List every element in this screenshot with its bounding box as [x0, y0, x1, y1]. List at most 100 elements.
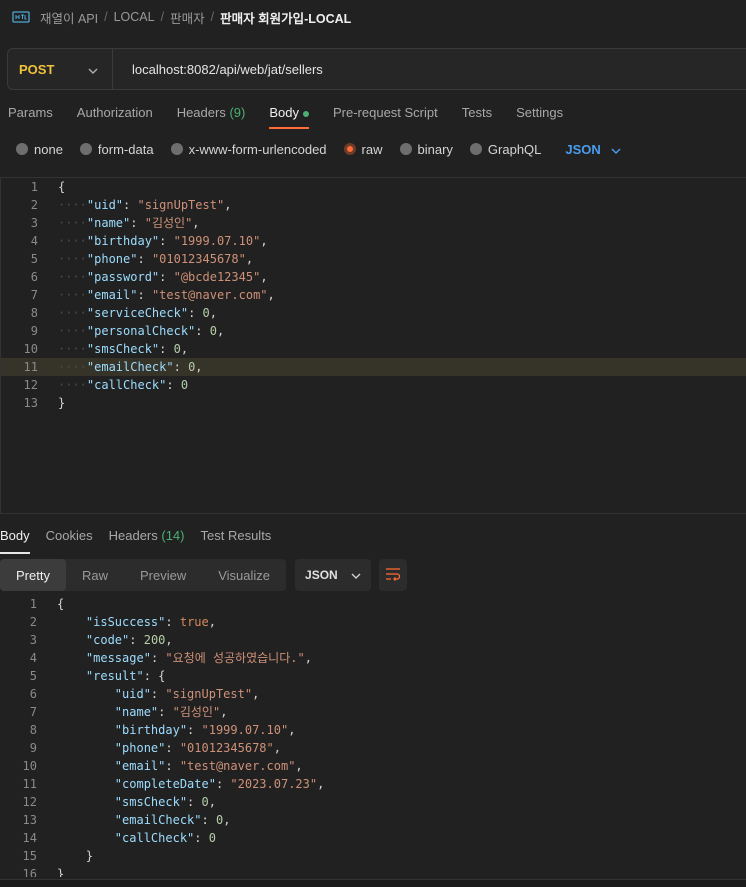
code-text: }	[57, 849, 94, 863]
tab-label: Body	[0, 528, 30, 543]
tab-label: Pre-request Script	[332, 105, 438, 120]
breadcrumb-folder-seller[interactable]: 판매자	[170, 8, 205, 27]
wrap-lines-icon	[385, 567, 401, 584]
line-number: 2	[29, 615, 37, 629]
breadcrumb-collection[interactable]: 재열이 API	[40, 8, 98, 27]
code-text: ····"password": "@bcde12345",	[58, 270, 268, 284]
response-tab-body[interactable]: Body	[0, 524, 30, 554]
tab-label: Headers	[176, 105, 226, 120]
line-number: 5	[29, 669, 37, 683]
view-pretty-button[interactable]: Pretty	[0, 559, 66, 591]
response-format-label: JSON	[305, 568, 338, 582]
raw-language-select[interactable]: JSON	[565, 142, 621, 157]
line-number: 9	[29, 741, 37, 755]
code-line: 3 ····"name": "김성인",	[1, 214, 746, 232]
method-select[interactable]: POST	[8, 49, 113, 89]
code-text: {	[57, 597, 65, 611]
radio-label: form-data	[97, 141, 154, 157]
code-text: "birthday": "1999.07.10",	[114, 723, 296, 737]
radio-graphql[interactable]: GraphQL	[469, 142, 541, 157]
headers-count: (9)	[229, 105, 246, 120]
code-text: "name": "김성인",	[114, 705, 228, 719]
line-number: 7	[29, 705, 37, 719]
request-name[interactable]: 판매자 회원가입-LOCAL	[220, 8, 351, 27]
code-line: 3 "code": 200,	[0, 631, 746, 649]
code-text: }	[58, 396, 66, 410]
view-preview-button[interactable]: Preview	[124, 559, 202, 591]
tab-label: Cookies	[45, 528, 93, 543]
request-body-editor[interactable]: 1{2 ····"uid": "signUpTest", 3 ····"name": …	[0, 177, 746, 514]
method-label: POST	[19, 61, 55, 77]
url-input[interactable]: localhost:8082/api/web/jat/sellers	[132, 62, 323, 77]
tab-body[interactable]: Body	[269, 100, 309, 130]
response-format-select[interactable]: JSON	[295, 559, 372, 591]
line-number: 6	[30, 270, 38, 284]
line-number: 12	[23, 378, 38, 392]
code-text: ····"phone": "01012345678",	[58, 252, 254, 266]
code-text: "email": "test@naver.com",	[114, 759, 303, 773]
line-number: 8	[29, 723, 37, 737]
line-number: 2	[30, 198, 38, 212]
view-raw-button[interactable]: Raw	[66, 559, 124, 591]
code-text: "code": 200,	[85, 633, 173, 647]
code-text: "uid": "signUpTest",	[114, 687, 260, 701]
code-line: 6 "uid": "signUpTest",	[0, 685, 746, 703]
code-text: "emailCheck": 0,	[114, 813, 231, 827]
tab-label: Body	[269, 105, 299, 120]
breadcrumb-separator: /	[210, 10, 215, 24]
code-line: 2 "isSuccess": true,	[0, 613, 746, 631]
code-text: ····"emailCheck": 0,	[58, 360, 203, 374]
code-line: 7 "name": "김성인",	[0, 703, 746, 721]
chevron-down-icon	[351, 568, 361, 582]
radio-binary[interactable]: binary	[399, 142, 453, 157]
code-line: 7 ····"email": "test@naver.com",	[1, 286, 746, 304]
tab-headers[interactable]: Headers (9)	[177, 100, 246, 130]
response-body-viewer[interactable]: 1{2 "isSuccess": true, 3 "code": 200, 4 "m…	[0, 595, 746, 877]
code-line: 4 "message": "요청에 성공하였습니다.",	[0, 649, 746, 667]
radio-circle-icon	[16, 143, 28, 155]
code-line: 11 "completeDate": "2023.07.23",	[0, 775, 746, 793]
radio-none[interactable]: none	[16, 142, 63, 157]
response-tab-test-results[interactable]: Test Results	[201, 524, 272, 554]
tab-authorization[interactable]: Authorization	[77, 100, 153, 130]
code-line: 16}	[0, 865, 746, 877]
code-text: ····"serviceCheck": 0,	[58, 306, 217, 320]
code-text: ····"name": "김성인",	[58, 216, 200, 230]
tab-prerequest-script[interactable]: Pre-request Script	[333, 100, 438, 130]
line-number: 14	[22, 831, 37, 845]
code-text: ····"email": "test@naver.com",	[58, 288, 275, 302]
radio-raw[interactable]: raw	[343, 141, 383, 157]
response-view-modes: Pretty Raw Preview Visualize	[0, 559, 287, 591]
radio-circle-icon	[399, 143, 412, 155]
tab-settings[interactable]: Settings	[516, 100, 563, 130]
response-tab-headers[interactable]: Headers (14)	[109, 524, 185, 554]
code-text: ····"personalCheck": 0,	[58, 324, 225, 338]
tab-label: Authorization	[76, 105, 153, 120]
radio-label: raw	[361, 141, 383, 157]
line-number: 8	[30, 306, 38, 320]
code-line: 12 "smsCheck": 0,	[0, 793, 746, 811]
wrap-lines-button[interactable]	[379, 559, 408, 591]
line-number: 6	[29, 687, 37, 701]
radio-label: x-www-form-urlencoded	[188, 141, 327, 157]
url-bar: POST localhost:8082/api/web/jat/sellers	[7, 48, 746, 90]
code-line: 15 }	[0, 847, 746, 865]
response-tab-cookies[interactable]: Cookies	[46, 524, 93, 554]
view-visualize-button[interactable]: Visualize	[202, 559, 286, 591]
code-line: 1{	[0, 595, 746, 613]
code-line: 2 ····"uid": "signUpTest",	[1, 196, 746, 214]
code-line: 1{	[1, 178, 746, 196]
tab-params[interactable]: Params	[8, 100, 53, 130]
request-tabs: Params Authorization Headers (9) Body Pr…	[8, 100, 587, 130]
code-line: 9 ····"personalCheck": 0,	[1, 322, 746, 340]
tab-label: Tests	[461, 105, 493, 120]
chevron-down-icon	[88, 62, 98, 77]
tab-tests[interactable]: Tests	[462, 100, 492, 130]
code-line: 5 ····"phone": "01012345678",	[1, 250, 746, 268]
breadcrumb-folder-local[interactable]: LOCAL	[114, 10, 155, 24]
code-line: 12 ····"callCheck": 0	[1, 376, 746, 394]
response-headers-count: (14)	[161, 528, 185, 543]
code-line: 6 ····"password": "@bcde12345",	[1, 268, 746, 286]
radio-form-data[interactable]: form-data	[79, 141, 154, 157]
radio-urlencoded[interactable]: x-www-form-urlencoded	[170, 141, 327, 157]
